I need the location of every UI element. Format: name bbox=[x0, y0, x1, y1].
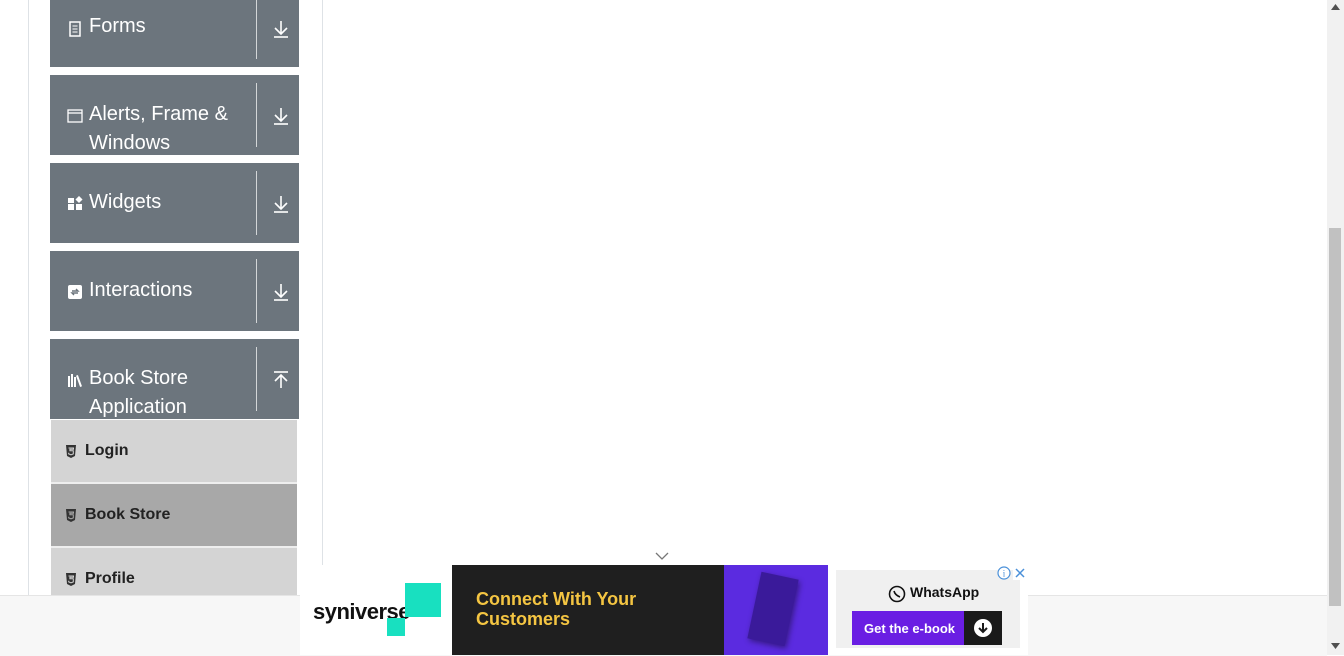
group-label: Interactions bbox=[89, 279, 193, 301]
download-button[interactable] bbox=[964, 611, 1002, 645]
ad-headline-panel: Connect With Your Customers bbox=[452, 565, 724, 655]
advertisement-banner[interactable]: syniverse Connect With Your Customers Wh… bbox=[300, 565, 1028, 655]
menu-item-book-store[interactable]: Book Store bbox=[51, 484, 297, 548]
sidebar-right-border bbox=[322, 0, 323, 566]
sidebar-group-alerts-frame-windows[interactable]: Alerts, Frame & Windows bbox=[50, 75, 299, 155]
logo-square-icon bbox=[387, 618, 405, 636]
menu-item-label: Profile bbox=[85, 570, 135, 587]
html5-icon bbox=[66, 509, 76, 522]
divider bbox=[256, 259, 257, 323]
ad-headline: Connect With Your Customers bbox=[476, 589, 637, 629]
group-label: Alerts, Frame & Windows bbox=[89, 103, 228, 154]
chevron-up-icon[interactable] bbox=[272, 370, 290, 390]
window-icon bbox=[67, 109, 83, 123]
chevron-down-icon[interactable] bbox=[272, 194, 290, 214]
ebook-cover-image bbox=[724, 565, 828, 655]
content-left-border bbox=[28, 0, 29, 596]
divider bbox=[256, 83, 257, 147]
close-icon[interactable] bbox=[1013, 566, 1027, 580]
books-icon bbox=[68, 374, 82, 387]
menu-item-login[interactable]: Login bbox=[51, 420, 297, 484]
divider bbox=[256, 347, 257, 411]
menu-item-label: Login bbox=[85, 442, 129, 459]
divider bbox=[256, 0, 257, 59]
html5-icon bbox=[66, 573, 76, 586]
group-label: Forms bbox=[89, 15, 146, 37]
button-label: Get the e-book bbox=[864, 621, 956, 636]
whatsapp-icon bbox=[888, 585, 906, 603]
sidebar-group-widgets[interactable]: Widgets bbox=[50, 163, 299, 243]
info-icon[interactable]: i bbox=[997, 566, 1011, 580]
chevron-down-icon[interactable] bbox=[654, 551, 670, 561]
get-ebook-button[interactable]: Get the e-book bbox=[852, 611, 1002, 645]
scrollbar-thumb[interactable] bbox=[1329, 228, 1341, 606]
interactions-icon bbox=[68, 285, 82, 299]
ebook-cover-icon bbox=[747, 571, 799, 647]
document-icon bbox=[69, 21, 81, 37]
group-label: Widgets bbox=[89, 191, 162, 213]
vertical-scrollbar[interactable] bbox=[1327, 0, 1344, 655]
scroll-up-arrow-icon[interactable] bbox=[1331, 4, 1340, 10]
chevron-down-icon[interactable] bbox=[272, 19, 290, 39]
download-icon bbox=[974, 619, 992, 637]
ad-cta-panel: WhatsApp Get the e-book bbox=[836, 570, 1020, 648]
logo-square-icon bbox=[405, 583, 441, 617]
group-label: Book Store Application bbox=[89, 367, 188, 418]
menu-item-label: Book Store bbox=[85, 506, 171, 523]
widgets-icon bbox=[68, 196, 83, 210]
sidebar-group-book-store-application[interactable]: Book Store Application bbox=[50, 339, 299, 419]
ad-channel-label: WhatsApp bbox=[910, 584, 980, 600]
scroll-down-arrow-icon[interactable] bbox=[1331, 643, 1340, 649]
chevron-down-icon[interactable] bbox=[272, 282, 290, 302]
sidebar-group-interactions[interactable]: Interactions bbox=[50, 251, 299, 331]
html5-icon bbox=[66, 445, 76, 458]
divider bbox=[256, 171, 257, 235]
chevron-down-icon[interactable] bbox=[272, 106, 290, 126]
sidebar-group-forms[interactable]: Forms bbox=[50, 0, 299, 67]
